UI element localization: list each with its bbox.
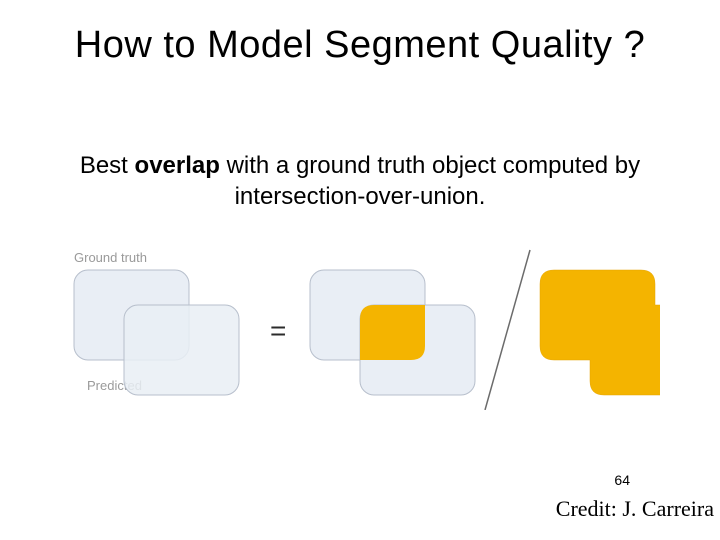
slide-title: How to Model Segment Quality ? xyxy=(0,24,720,67)
body-prefix: Best xyxy=(80,152,135,179)
union-group xyxy=(540,270,660,395)
intersection-group xyxy=(310,270,475,395)
credit-text: Credit: J. Carreira xyxy=(556,496,714,522)
slide-body-text: Best overlap with a ground truth object … xyxy=(60,150,660,212)
body-suffix: with a ground truth object computed by i… xyxy=(220,152,640,210)
slide: How to Model Segment Quality ? Best over… xyxy=(0,0,720,540)
page-number: 64 xyxy=(614,472,630,488)
overlap-group xyxy=(74,270,239,395)
equals-icon: = xyxy=(270,315,286,346)
body-emph: overlap xyxy=(135,152,220,179)
division-slash-icon xyxy=(485,250,530,410)
label-ground-truth: Ground truth xyxy=(74,250,147,265)
iou-diagram: Ground truth Predicted = xyxy=(60,240,660,410)
